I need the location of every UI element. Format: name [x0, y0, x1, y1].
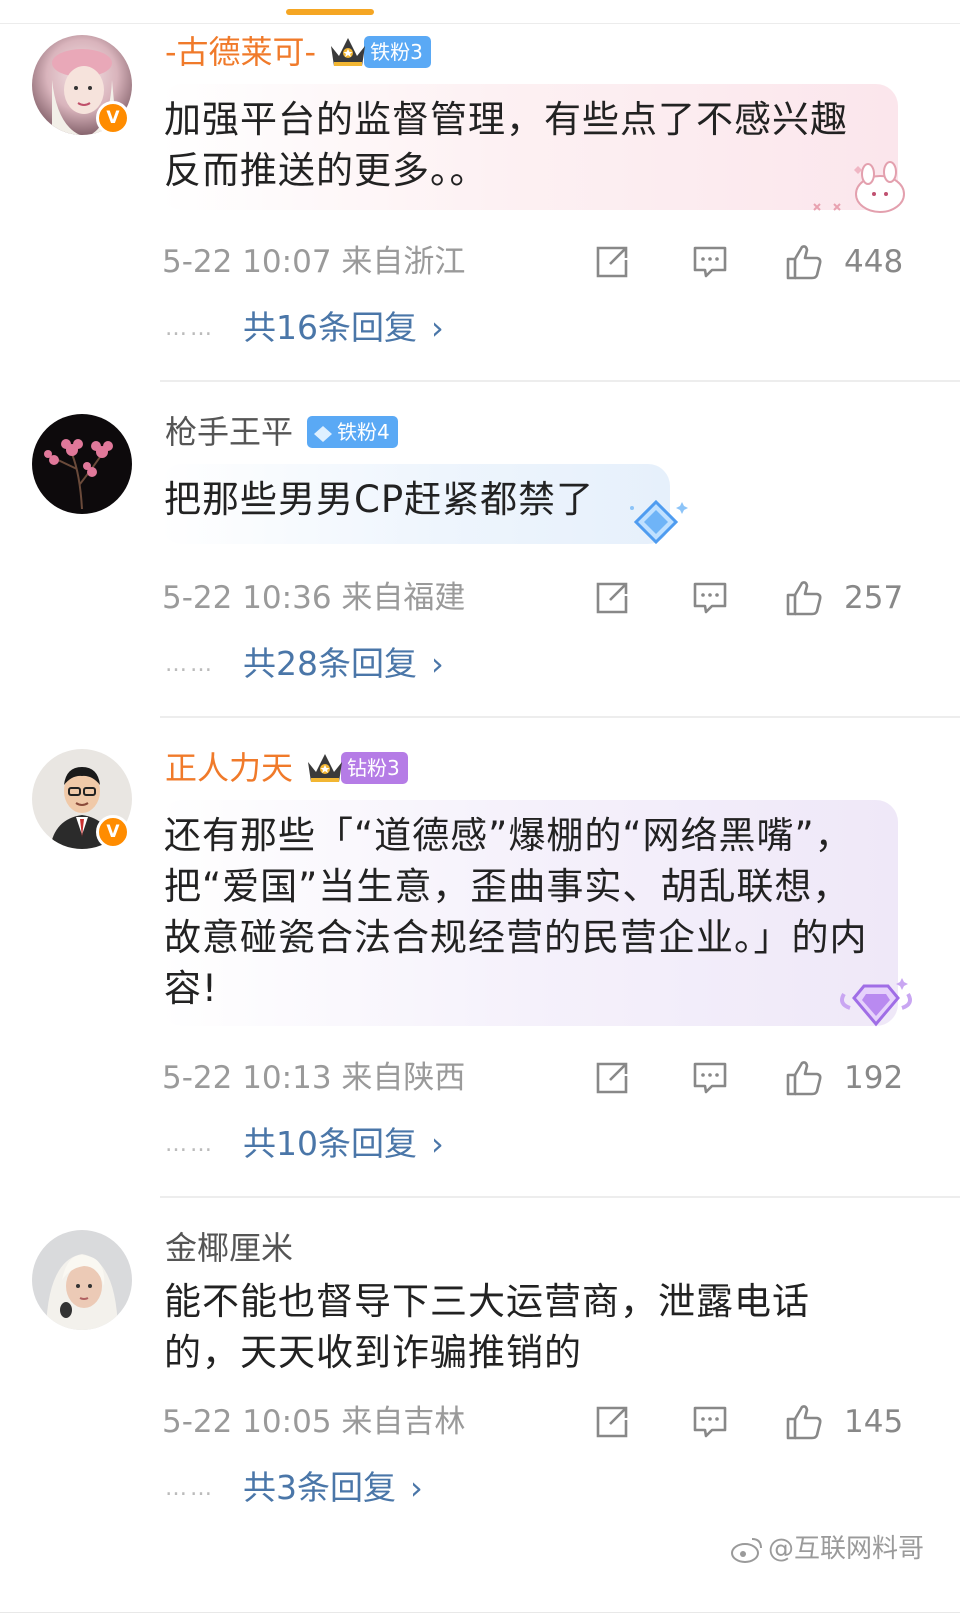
replies-link[interactable]: …… 共3条回复 › — [165, 1466, 423, 1510]
bottom-divider — [0, 1612, 960, 1613]
comment-bubble: 把那些男男CP赶紧都禁了 — [160, 464, 670, 544]
share-icon[interactable] — [592, 1058, 632, 1098]
comment-divider — [160, 716, 960, 718]
diamond-icon — [314, 425, 333, 442]
share-icon[interactable] — [592, 1402, 632, 1442]
chevron-right-icon: › — [431, 309, 444, 347]
share-icon[interactable] — [592, 242, 632, 282]
username[interactable]: -古德莱可- — [165, 30, 316, 74]
like-icon[interactable] — [784, 1402, 824, 1442]
fan-level-badge: 钻粉3 — [341, 752, 408, 784]
like-icon[interactable] — [784, 242, 824, 282]
reply-dots: …… — [165, 1475, 215, 1501]
like-icon[interactable] — [784, 1058, 824, 1098]
verified-icon: V — [96, 815, 130, 849]
tab-indicator — [286, 9, 374, 15]
comment-icon[interactable] — [690, 578, 730, 618]
diamond-sticker-icon — [840, 978, 912, 1027]
share-icon[interactable] — [592, 578, 632, 618]
comment-meta: 5-22 10:36 来自福建 — [162, 580, 466, 616]
replies-count[interactable]: 共28条回复 — [243, 642, 417, 686]
avatar[interactable] — [32, 1230, 132, 1330]
comment-bubble: 加强平台的监督管理，有些点了不感兴趣反而推送的更多。。 — [160, 84, 898, 210]
weibo-logo-icon — [730, 1537, 762, 1563]
like-icon[interactable] — [784, 578, 824, 618]
crown-icon — [305, 750, 345, 786]
comment-divider — [160, 380, 960, 382]
replies-link[interactable]: …… 共10条回复 › — [165, 1122, 444, 1166]
username[interactable]: 金椰厘米 — [165, 1226, 293, 1270]
reply-dots: …… — [165, 651, 215, 677]
avatar[interactable] — [32, 414, 132, 514]
replies-count[interactable]: 共16条回复 — [243, 306, 417, 350]
comment-meta: 5-22 10:05 来自吉林 — [162, 1404, 466, 1440]
like-count: 145 — [844, 1404, 904, 1440]
comment-icon[interactable] — [690, 1058, 730, 1098]
replies-link[interactable]: …… 共16条回复 › — [165, 306, 444, 350]
replies-link[interactable]: …… 共28条回复 › — [165, 642, 444, 686]
watermark: @互联网料哥 — [730, 1528, 924, 1565]
fan-level-badge: 铁粉4 — [307, 416, 398, 448]
comment-text: 能不能也督导下三大运营商，泄露电话的，天天收到诈骗推销的 — [164, 1280, 810, 1374]
username[interactable]: 枪手王平 — [165, 410, 293, 454]
comment-text: 把那些男男CP赶紧都禁了 — [164, 478, 595, 521]
comment-text: 还有那些「“道德感”爆棚的“网络黑嘴”，把“爱国”当生意，歪曲事实、胡乱联想，故… — [164, 814, 868, 1010]
like-count: 192 — [844, 1060, 904, 1096]
reply-dots: …… — [165, 315, 215, 341]
comment-meta: 5-22 10:07 来自浙江 — [162, 244, 466, 280]
chevron-right-icon: › — [431, 1125, 444, 1163]
chevron-right-icon: › — [410, 1469, 423, 1507]
watermark-text: @互联网料哥 — [767, 1534, 924, 1564]
comment-divider — [160, 1196, 960, 1198]
chevron-right-icon: › — [431, 645, 444, 683]
comment-bubble: 能不能也督导下三大运营商，泄露电话的，天天收到诈骗推销的 — [160, 1276, 898, 1386]
comment-bubble: 还有那些「“道德感”爆棚的“网络黑嘴”，把“爱国”当生意，歪曲事实、胡乱联想，故… — [160, 800, 898, 1026]
like-count: 448 — [844, 244, 904, 280]
username[interactable]: 正人力天 — [165, 746, 293, 790]
like-count: 257 — [844, 580, 904, 616]
comment-text: 加强平台的监督管理，有些点了不感兴趣反而推送的更多。。 — [164, 98, 848, 192]
comment-icon[interactable] — [690, 242, 730, 282]
reply-dots: …… — [165, 1131, 215, 1157]
fan-level-label: 铁粉4 — [337, 420, 390, 444]
top-divider — [0, 23, 960, 24]
diamond-sticker-icon — [630, 499, 688, 545]
replies-count[interactable]: 共10条回复 — [243, 1122, 417, 1166]
replies-count[interactable]: 共3条回复 — [243, 1466, 396, 1510]
fan-level-badge: 铁粉3 — [364, 36, 431, 68]
bunny-sticker-icon — [813, 161, 905, 213]
verified-icon: V — [96, 101, 130, 135]
crown-icon — [328, 34, 368, 70]
comment-icon[interactable] — [690, 1402, 730, 1442]
comment-meta: 5-22 10:13 来自陕西 — [162, 1060, 466, 1096]
